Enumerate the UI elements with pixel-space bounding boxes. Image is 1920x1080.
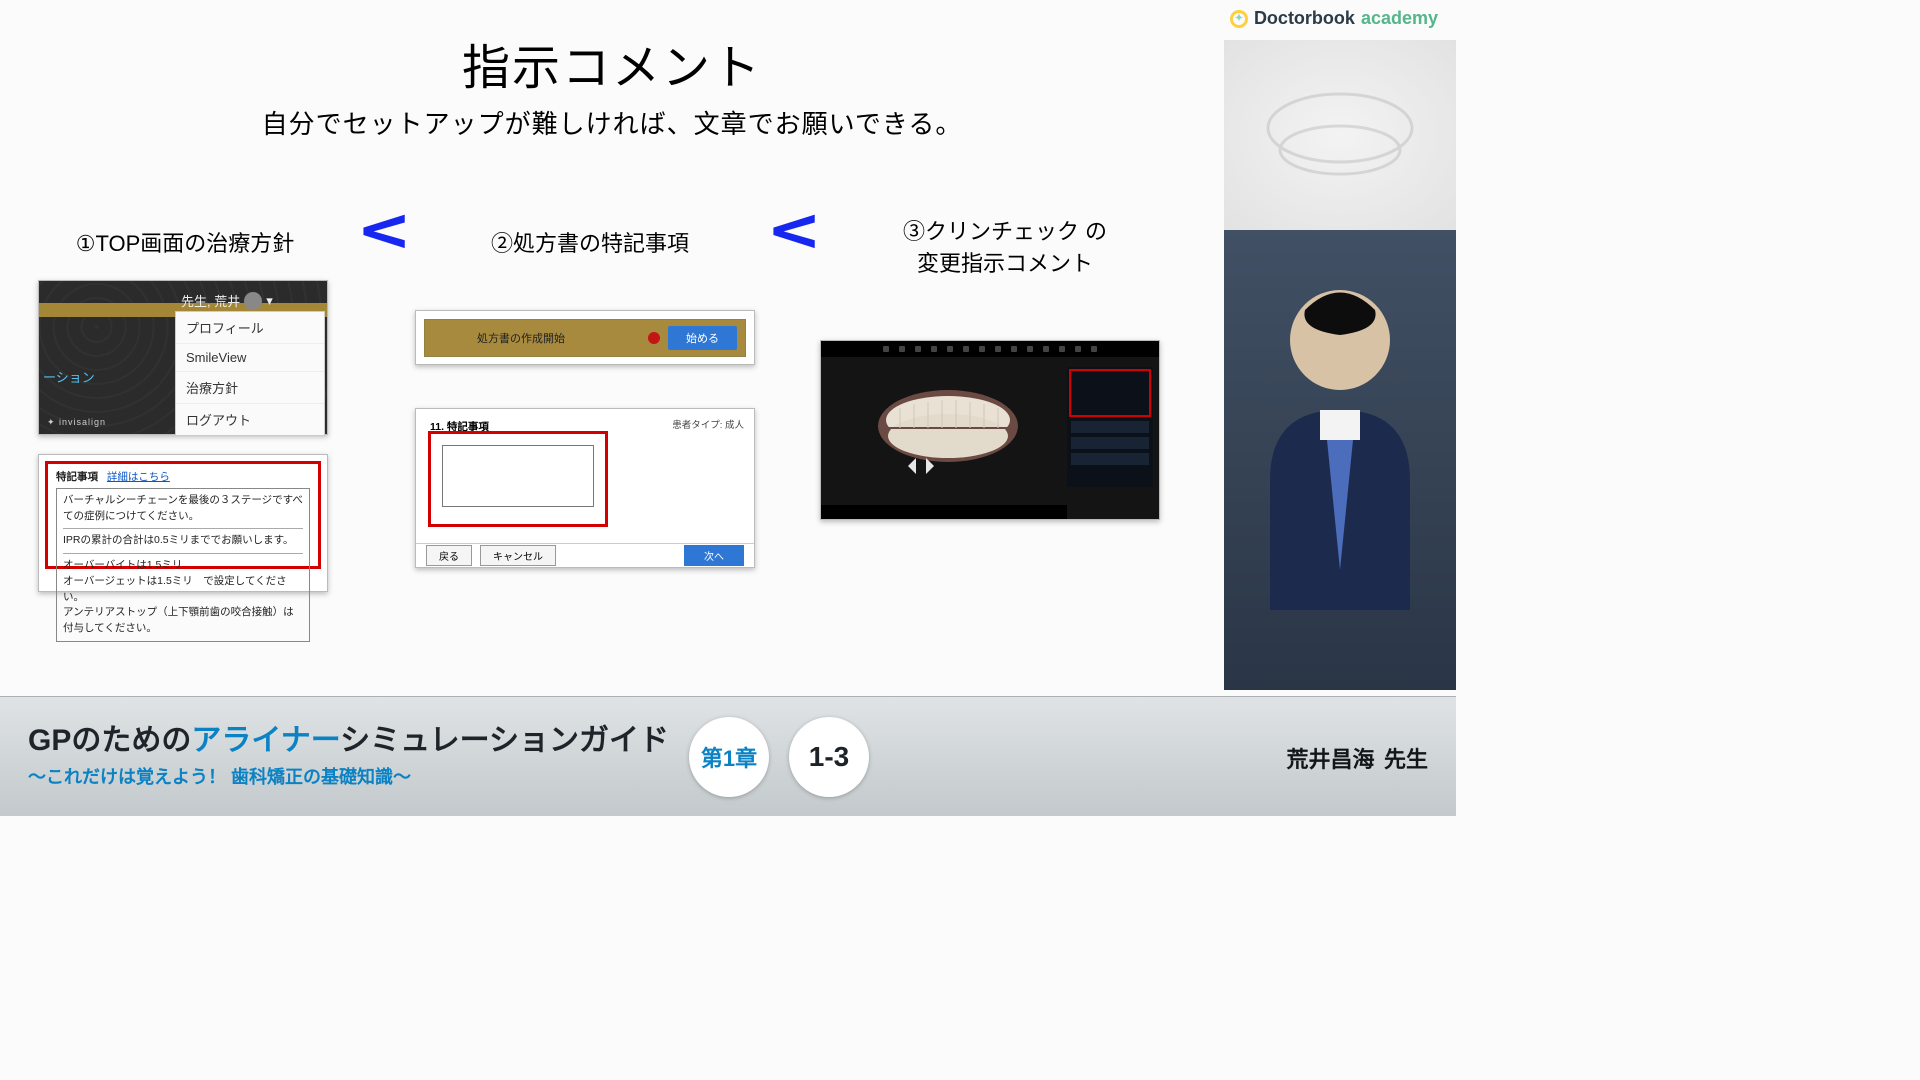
notes-title: 特記事項 — [56, 471, 98, 483]
menu-item-profile[interactable]: プロフィール — [176, 312, 324, 344]
slide-subtitle: 自分でセットアップが難しければ、文章でお願いできる。 — [0, 104, 1224, 141]
title-bar: GPのためのアライナーシミュレーションガイド 〜これだけは覚えよう！ 歯科矯正の… — [0, 696, 1456, 816]
screenshot-top-menu: 先生, 荒井 ▾ ーション プロフィール SmileView 治療方針 ログアウ… — [38, 280, 328, 435]
menu-item-smileview[interactable]: SmileView — [176, 344, 324, 372]
side-panel — [1067, 367, 1153, 487]
brand-icon: ✦ — [1230, 10, 1248, 28]
screenshot-prescription-start: 処方書の作成開始 始める — [415, 310, 755, 365]
menu-item-logout[interactable]: ログアウト — [176, 404, 324, 435]
presenter-video — [1224, 230, 1456, 690]
less-than-icon: < — [360, 198, 408, 262]
title-pre: GPのための — [28, 724, 191, 757]
ribbon-text: ーション — [43, 367, 95, 386]
screenshot-prescription-form: 11. 特記事項 患者タイプ: 成人 戻る キャンセル 次へ — [415, 408, 755, 568]
screenshot-special-notes: 特記事項 詳細はこちら バーチャルシーチェーンを最後の３ステージですべての症例に… — [38, 454, 328, 592]
chapter-pill: 第1章 — [689, 717, 769, 797]
alert-icon — [648, 332, 660, 344]
user-dropdown-menu: プロフィール SmileView 治療方針 ログアウト — [175, 311, 325, 436]
section-pill: 1-3 — [789, 717, 869, 797]
note-line: オーバーバイトは1.5ミリ — [63, 558, 303, 574]
user-dropdown-label[interactable]: 先生, 荒井 ▾ — [181, 291, 273, 310]
aligner-icon — [1255, 80, 1425, 190]
title-post: シミュレーションガイド — [340, 724, 669, 757]
course-title: GPのためのアライナーシミュレーションガイド — [28, 724, 669, 759]
title-em: アライナー — [191, 724, 340, 757]
column-3-heading: ③クリンチェック の 変更指示コメント — [850, 214, 1160, 278]
menu-item-treatment[interactable]: 治療方針 — [176, 372, 324, 404]
column-1-heading: ①TOP画面の治療方針 — [30, 226, 340, 258]
speaker-name: 荒井昌海 先生 — [1287, 737, 1428, 776]
next-button[interactable]: 次へ — [684, 545, 744, 566]
brand-word2: academy — [1361, 8, 1438, 29]
brand-logo: ✦ Doctorbook academy — [1230, 8, 1438, 29]
note-line: アンテリアストップ（上下顎前歯の咬合接触）は付与してください。 — [63, 605, 303, 637]
avatar-icon — [244, 292, 262, 310]
course-subtitle: 〜これだけは覚えよう！ 歯科矯正の基礎知識〜 — [28, 763, 669, 789]
back-button[interactable]: 戻る — [426, 545, 472, 566]
note-line: バーチャルシーチェーンを最後の３ステージですべての症例につけてください。 — [63, 493, 303, 525]
slide-title: 指示コメント — [0, 28, 1224, 98]
speaker-suffix: 先生 — [1384, 747, 1428, 772]
highlight-box — [1069, 369, 1151, 417]
note-line: IPRの累計の合計は0.5ミリまででお願いします。 — [63, 533, 303, 549]
column-2-heading: ②処方書の特記事項 — [420, 226, 760, 258]
textarea[interactable] — [442, 445, 594, 507]
start-text: 処方書の作成開始 — [477, 330, 565, 346]
screenshot-clincheck — [820, 340, 1160, 520]
speaker-fullname: 荒井昌海 — [1287, 747, 1375, 772]
brand-word1: Doctorbook — [1254, 8, 1355, 29]
details-link[interactable]: 詳細はこちら — [107, 471, 170, 483]
timeline[interactable] — [821, 505, 1067, 519]
start-button[interactable]: 始める — [668, 326, 737, 350]
chevron-down-icon: ▾ — [266, 293, 273, 309]
aligner-thumbnail — [1224, 40, 1456, 230]
note-line: オーバージェットは1.5ミリ で設定してください。 — [63, 574, 303, 606]
slide-area: 指示コメント 自分でセットアップが難しければ、文章でお願いできる。 < < ①T… — [0, 0, 1224, 690]
user-name: 先生, 荒井 — [181, 291, 240, 310]
highlight-box: 特記事項 詳細はこちら バーチャルシーチェーンを最後の３ステージですべての症例に… — [45, 461, 321, 569]
patient-type: 患者タイプ: 成人 — [672, 417, 744, 431]
invisalign-logo: ✦ invisalign — [47, 417, 106, 428]
less-than-icon: < — [770, 198, 818, 262]
cancel-button[interactable]: キャンセル — [480, 545, 556, 566]
teeth-model — [843, 371, 1053, 489]
person-icon — [1250, 270, 1430, 610]
toolbar — [821, 341, 1159, 357]
teeth-icon — [868, 380, 1028, 480]
